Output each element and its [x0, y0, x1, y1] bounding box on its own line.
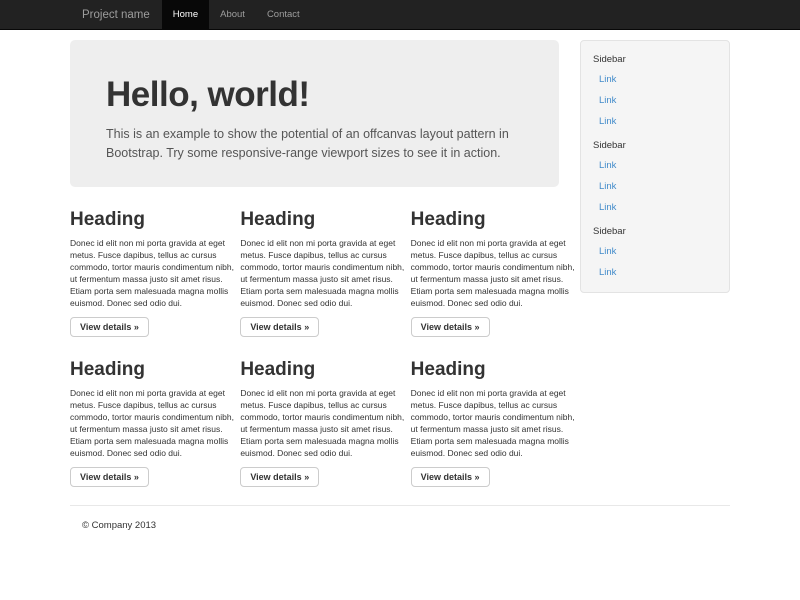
navbar: Project name HomeAboutContact [0, 0, 800, 30]
nav-item: Home [162, 0, 209, 29]
copyright-text: © Company 2013 [70, 520, 730, 531]
view-details-button[interactable]: View details » [70, 467, 149, 487]
navbar-menu: HomeAboutContact [162, 0, 311, 29]
jumbotron-title: Hello, world! [106, 76, 539, 113]
sidebar-link[interactable]: Link [591, 262, 719, 283]
sidebar-column: SidebarLinkLinkLinkSidebarLinkLinkLinkSi… [580, 30, 730, 293]
view-details-button[interactable]: View details » [411, 467, 490, 487]
sidebar-link[interactable]: Link [591, 90, 719, 111]
card-title: Heading [240, 359, 404, 381]
main-row: Hello, world! This is an example to show… [70, 30, 730, 487]
content-card: Heading Donec id elit non mi porta gravi… [411, 337, 575, 487]
card-body: Donec id elit non mi porta gravida at eg… [411, 237, 575, 309]
card-body: Donec id elit non mi porta gravida at eg… [70, 237, 234, 309]
sidebar-link[interactable]: Link [591, 241, 719, 262]
card-title: Heading [70, 209, 234, 231]
sidebar-panel: SidebarLinkLinkLinkSidebarLinkLinkLinkSi… [580, 40, 730, 293]
content-card: Heading Donec id elit non mi porta gravi… [240, 337, 404, 487]
view-details-button[interactable]: View details » [240, 467, 319, 487]
content-card: Heading Donec id elit non mi porta gravi… [70, 187, 234, 337]
content-card: Heading Donec id elit non mi porta gravi… [240, 187, 404, 337]
sidebar-link[interactable]: Link [591, 111, 719, 132]
footer-divider [70, 505, 730, 506]
card-body: Donec id elit non mi porta gravida at eg… [411, 387, 575, 459]
navbar-brand[interactable]: Project name [70, 0, 162, 29]
footer: © Company 2013 [70, 520, 730, 531]
card-body: Donec id elit non mi porta gravida at eg… [240, 387, 404, 459]
card-body: Donec id elit non mi porta gravida at eg… [70, 387, 234, 459]
view-details-button[interactable]: View details » [240, 317, 319, 337]
sidebar-group-header: Sidebar [591, 136, 719, 155]
sidebar-group-header: Sidebar [591, 50, 719, 69]
sidebar-group-header: Sidebar [591, 222, 719, 241]
card-body: Donec id elit non mi porta gravida at eg… [240, 237, 404, 309]
card-title: Heading [70, 359, 234, 381]
nav-link-contact[interactable]: Contact [256, 0, 311, 29]
page-container: Hello, world! This is an example to show… [70, 30, 730, 531]
content-card: Heading Donec id elit non mi porta gravi… [70, 337, 234, 487]
cards-grid: Heading Donec id elit non mi porta gravi… [70, 187, 575, 487]
main-content-column: Hello, world! This is an example to show… [70, 30, 575, 487]
view-details-button[interactable]: View details » [70, 317, 149, 337]
sidebar-link[interactable]: Link [591, 197, 719, 218]
nav-item: About [209, 0, 256, 29]
sidebar-link[interactable]: Link [591, 176, 719, 197]
card-title: Heading [411, 359, 575, 381]
sidebar-link[interactable]: Link [591, 69, 719, 90]
sidebar-link[interactable]: Link [591, 155, 719, 176]
card-title: Heading [411, 209, 575, 231]
view-details-button[interactable]: View details » [411, 317, 490, 337]
navbar-container: Project name HomeAboutContact [70, 0, 730, 29]
nav-link-home[interactable]: Home [162, 0, 209, 29]
content-card: Heading Donec id elit non mi porta gravi… [411, 187, 575, 337]
jumbotron: Hello, world! This is an example to show… [70, 40, 559, 187]
jumbotron-text: This is an example to show the potential… [106, 125, 539, 163]
nav-link-about[interactable]: About [209, 0, 256, 29]
nav-item: Contact [256, 0, 311, 29]
card-title: Heading [240, 209, 404, 231]
